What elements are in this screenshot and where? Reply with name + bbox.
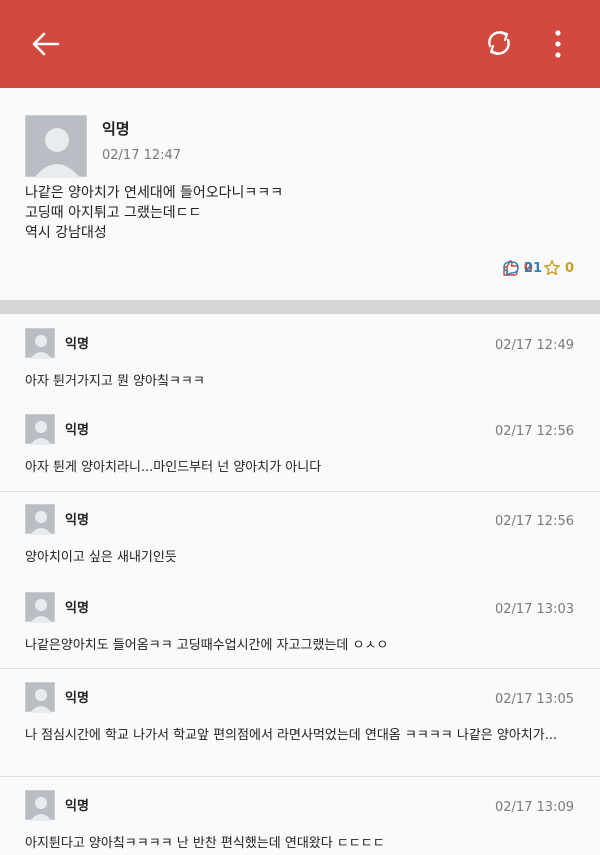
comment-time: 02/17 12:49 bbox=[494, 338, 574, 353]
post-author: 익명 bbox=[102, 120, 130, 138]
comment-time: 02/17 12:56 bbox=[494, 424, 574, 439]
comment-text: 아자 튄거가지고 뭔 양아칰ㅋㅋㅋ bbox=[25, 374, 205, 389]
post-card: 익명 02/17 12:47 나같은 양아치가 연세대에 들어오다니ㅋㅋㅋ 고딩… bbox=[0, 88, 600, 300]
comment-button[interactable]: 21 bbox=[502, 259, 600, 277]
more-vertical-icon[interactable] bbox=[548, 28, 568, 60]
comment-list: 익명 02/17 12:49 아자 튄거가지고 뭔 양아칰ㅋㅋㅋ 익명 02/1… bbox=[0, 314, 600, 855]
post-line: 고딩때 아지튀고 그랬는데ㄷㄷ bbox=[25, 205, 202, 221]
comment-author: 익명 bbox=[65, 423, 89, 438]
speech-bubble-icon bbox=[503, 261, 519, 276]
post-body: 나같은 양아치가 연세대에 들어오다니ㅋㅋㅋ 고딩때 아지튀고 그랬는데ㄷㄷ 역… bbox=[25, 183, 565, 243]
comment-time: 02/17 13:05 bbox=[494, 692, 574, 707]
comment-text: 아지튄다고 양아칰ㅋㅋㅋㅋ 난 반찬 편식했는데 연대왔다 ㄷㄷㄷㄷ bbox=[25, 836, 385, 851]
post-line: 나같은 양아치가 연세대에 들어오다니ㅋㅋㅋ bbox=[25, 185, 284, 201]
comment-divider bbox=[0, 668, 600, 669]
comment-text: 양아치이고 싶은 새내기인듯 bbox=[25, 550, 177, 565]
avatar bbox=[25, 328, 55, 359]
comment-author: 익명 bbox=[65, 691, 89, 706]
comment-author: 익명 bbox=[65, 513, 89, 528]
comment-time: 02/17 13:03 bbox=[494, 602, 574, 617]
comment-divider bbox=[0, 776, 600, 777]
section-divider bbox=[0, 300, 600, 314]
comment-divider bbox=[0, 491, 600, 492]
post-time: 02/17 12:47 bbox=[102, 148, 182, 163]
comment-text: 나같은양아치도 들어옴ㅋㅋ 고딩때수업시간에 자고그랬는데 ㅇㅅㅇ bbox=[25, 638, 389, 653]
comment-time: 02/17 13:09 bbox=[494, 800, 574, 815]
avatar bbox=[25, 115, 87, 178]
avatar bbox=[25, 790, 55, 821]
comment-author: 익명 bbox=[65, 601, 89, 616]
post-stats: 0 21 0 bbox=[502, 258, 574, 278]
avatar bbox=[25, 414, 55, 445]
comment-author: 익명 bbox=[65, 799, 89, 814]
arrow-left-icon[interactable] bbox=[30, 30, 62, 58]
comment-time: 02/17 12:56 bbox=[494, 514, 574, 529]
post-line: 역시 강남대성 bbox=[25, 225, 107, 241]
comment-text: 아자 튄게 양아치라니...마인드부터 넌 양아치가 아니다 bbox=[25, 460, 322, 475]
avatar bbox=[25, 592, 55, 623]
comment-count: 21 bbox=[523, 260, 542, 276]
comment-author: 익명 bbox=[65, 337, 89, 352]
avatar bbox=[25, 682, 55, 713]
refresh-icon[interactable] bbox=[482, 26, 516, 60]
avatar bbox=[25, 504, 55, 535]
app-bar bbox=[0, 0, 600, 88]
comment-text: 나 점심시간에 학교 나가서 학교앞 편의점에서 라면사먹었는데 연대옴 ㅋㅋㅋ… bbox=[25, 728, 558, 743]
